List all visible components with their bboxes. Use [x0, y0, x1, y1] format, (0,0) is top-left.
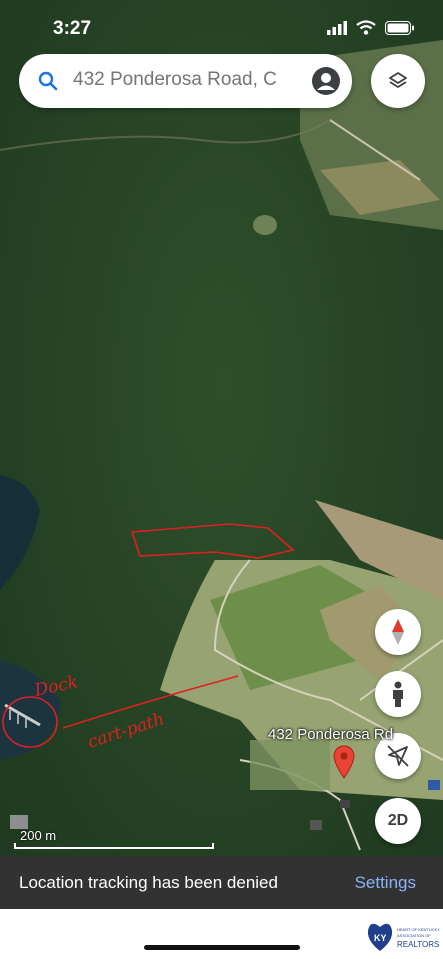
status-bar: 3:27	[0, 0, 443, 50]
2d-toggle-button[interactable]: 2D	[375, 798, 421, 844]
realtors-logo: KY HEART OF KENTUCKY ASSOCIATION OF REAL…	[367, 923, 440, 951]
wifi-icon	[356, 20, 376, 35]
svg-text:REALTORS: REALTORS	[397, 940, 439, 949]
account-avatar[interactable]	[312, 67, 340, 95]
search-bar[interactable]: 432 Ponderosa Road, C	[19, 54, 352, 108]
2d-label: 2D	[387, 812, 409, 829]
battery-icon	[385, 20, 414, 35]
settings-button[interactable]: Settings	[355, 873, 416, 893]
navigation-disabled-icon	[387, 745, 409, 767]
home-indicator[interactable]	[144, 945, 300, 950]
pegman-icon	[393, 681, 403, 707]
snackbar-message: Location tracking has been denied	[19, 873, 278, 892]
layers-icon	[389, 72, 407, 88]
compass-icon	[392, 619, 404, 645]
status-time: 3:27	[53, 18, 92, 39]
snackbar: Location tracking has been denied Settin…	[0, 856, 443, 909]
location-pin-icon[interactable]	[333, 745, 355, 779]
scale-bar	[14, 843, 214, 849]
svg-text:ASSOCIATION OF: ASSOCIATION OF	[397, 933, 431, 938]
layers-button[interactable]	[371, 54, 425, 108]
scale-label: 200 m	[20, 828, 57, 843]
compass-button[interactable]	[375, 609, 421, 655]
account-icon	[317, 73, 335, 90]
bottom-area: KY HEART OF KENTUCKY ASSOCIATION OF REAL…	[0, 909, 443, 959]
place-label[interactable]: 432 Ponderosa Rd	[268, 726, 393, 743]
svg-text:KY: KY	[374, 933, 387, 943]
search-input[interactable]: 432 Ponderosa Road, C	[73, 69, 313, 91]
street-view-button[interactable]	[375, 671, 421, 717]
svg-text:HEART OF KENTUCKY: HEART OF KENTUCKY	[397, 927, 440, 932]
cellular-signal-icon	[327, 20, 347, 35]
search-icon[interactable]	[37, 70, 59, 92]
